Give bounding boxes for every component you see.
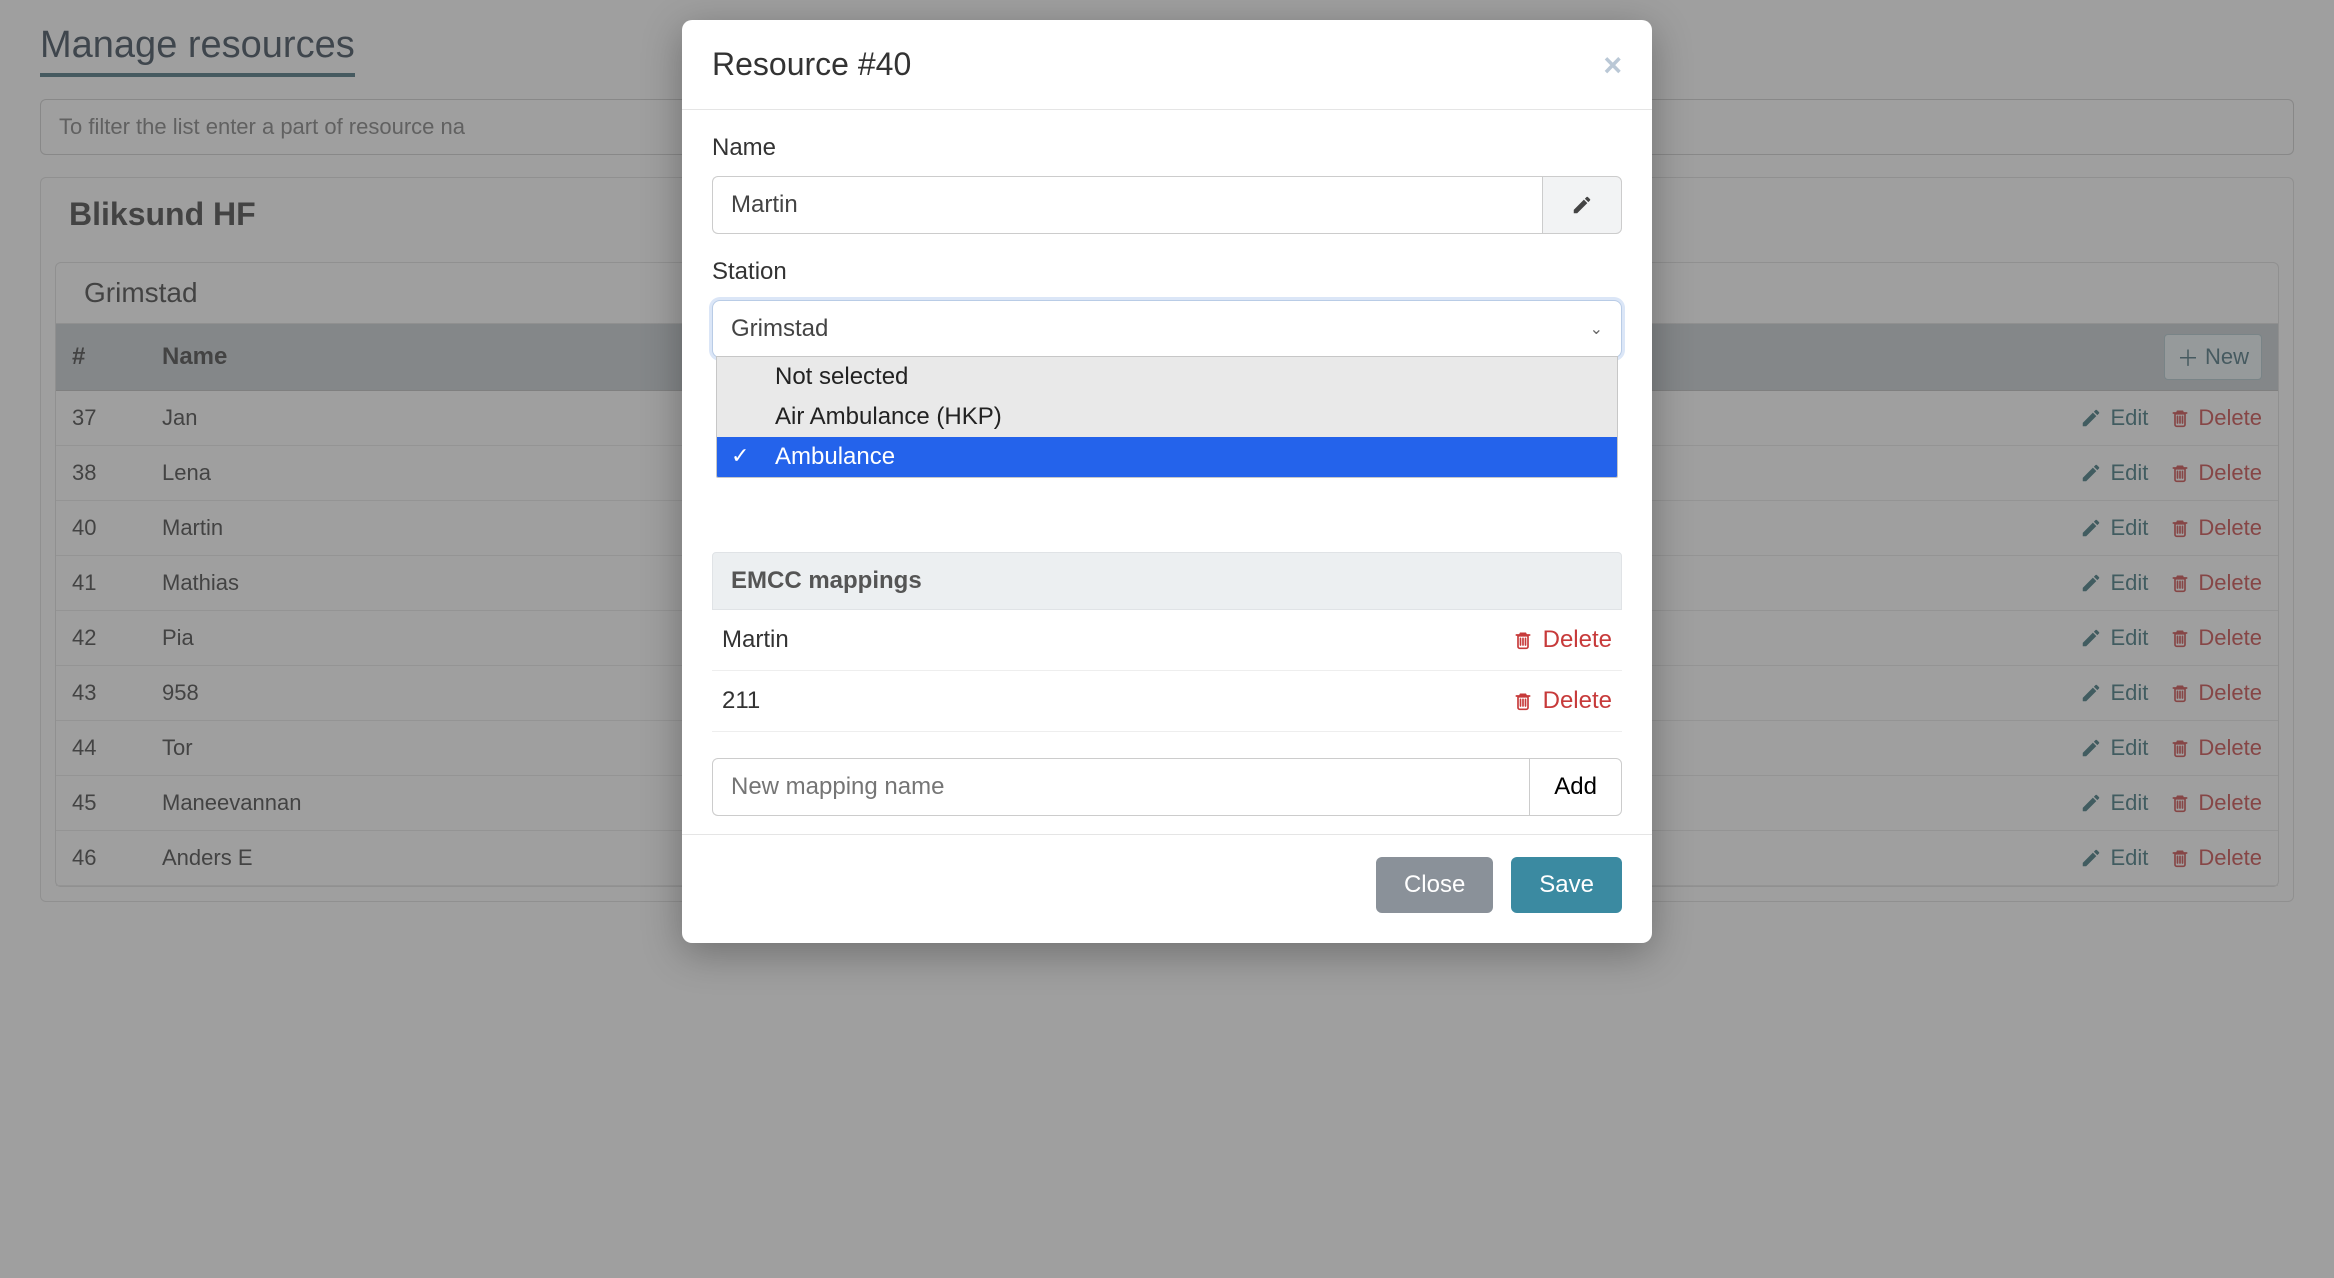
- emcc-mappings-heading: EMCC mappings: [712, 552, 1622, 610]
- chevron-down-icon: ⌄: [1590, 319, 1603, 339]
- name-label: Name: [712, 134, 1622, 162]
- close-button[interactable]: Close: [1376, 857, 1493, 913]
- save-button[interactable]: Save: [1511, 857, 1622, 913]
- station-option[interactable]: Not selected: [717, 357, 1617, 397]
- name-form-group: Name: [712, 134, 1622, 234]
- station-form-group: Station Grimstad ⌄ Not selectedAir Ambul…: [712, 258, 1622, 528]
- station-label: Station: [712, 258, 1622, 286]
- mapping-row: 211 Delete: [712, 671, 1622, 732]
- mapping-name: Martin: [722, 626, 789, 654]
- modal-body: Name Station Grimstad ⌄ Not selectedAir …: [682, 110, 1652, 834]
- mapping-row: Martin Delete: [712, 610, 1622, 671]
- station-option[interactable]: Ambulance: [717, 437, 1617, 477]
- close-icon[interactable]: ×: [1603, 49, 1622, 81]
- name-input[interactable]: [712, 176, 1542, 234]
- mapping-delete-button[interactable]: Delete: [1513, 626, 1612, 654]
- resource-modal: Resource #40 × Name Station Grimstad ⌄ N…: [682, 20, 1652, 943]
- edit-name-button[interactable]: [1542, 176, 1622, 234]
- station-dropdown: Not selectedAir Ambulance (HKP)Ambulance: [716, 356, 1618, 478]
- add-mapping-button[interactable]: Add: [1529, 758, 1622, 816]
- trash-icon: [1513, 629, 1533, 651]
- trash-icon: [1513, 690, 1533, 712]
- new-mapping-input[interactable]: [712, 758, 1529, 816]
- pencil-icon: [1571, 194, 1593, 216]
- station-option[interactable]: Air Ambulance (HKP): [717, 397, 1617, 437]
- modal-header: Resource #40 ×: [682, 20, 1652, 110]
- delete-label: Delete: [1543, 626, 1612, 654]
- delete-label: Delete: [1543, 687, 1612, 715]
- mapping-delete-button[interactable]: Delete: [1513, 687, 1612, 715]
- mapping-name: 211: [722, 687, 760, 715]
- modal-footer: Close Save: [682, 834, 1652, 943]
- station-select-value: Grimstad: [731, 315, 828, 343]
- station-select[interactable]: Grimstad ⌄: [712, 300, 1622, 358]
- modal-title: Resource #40: [712, 46, 911, 83]
